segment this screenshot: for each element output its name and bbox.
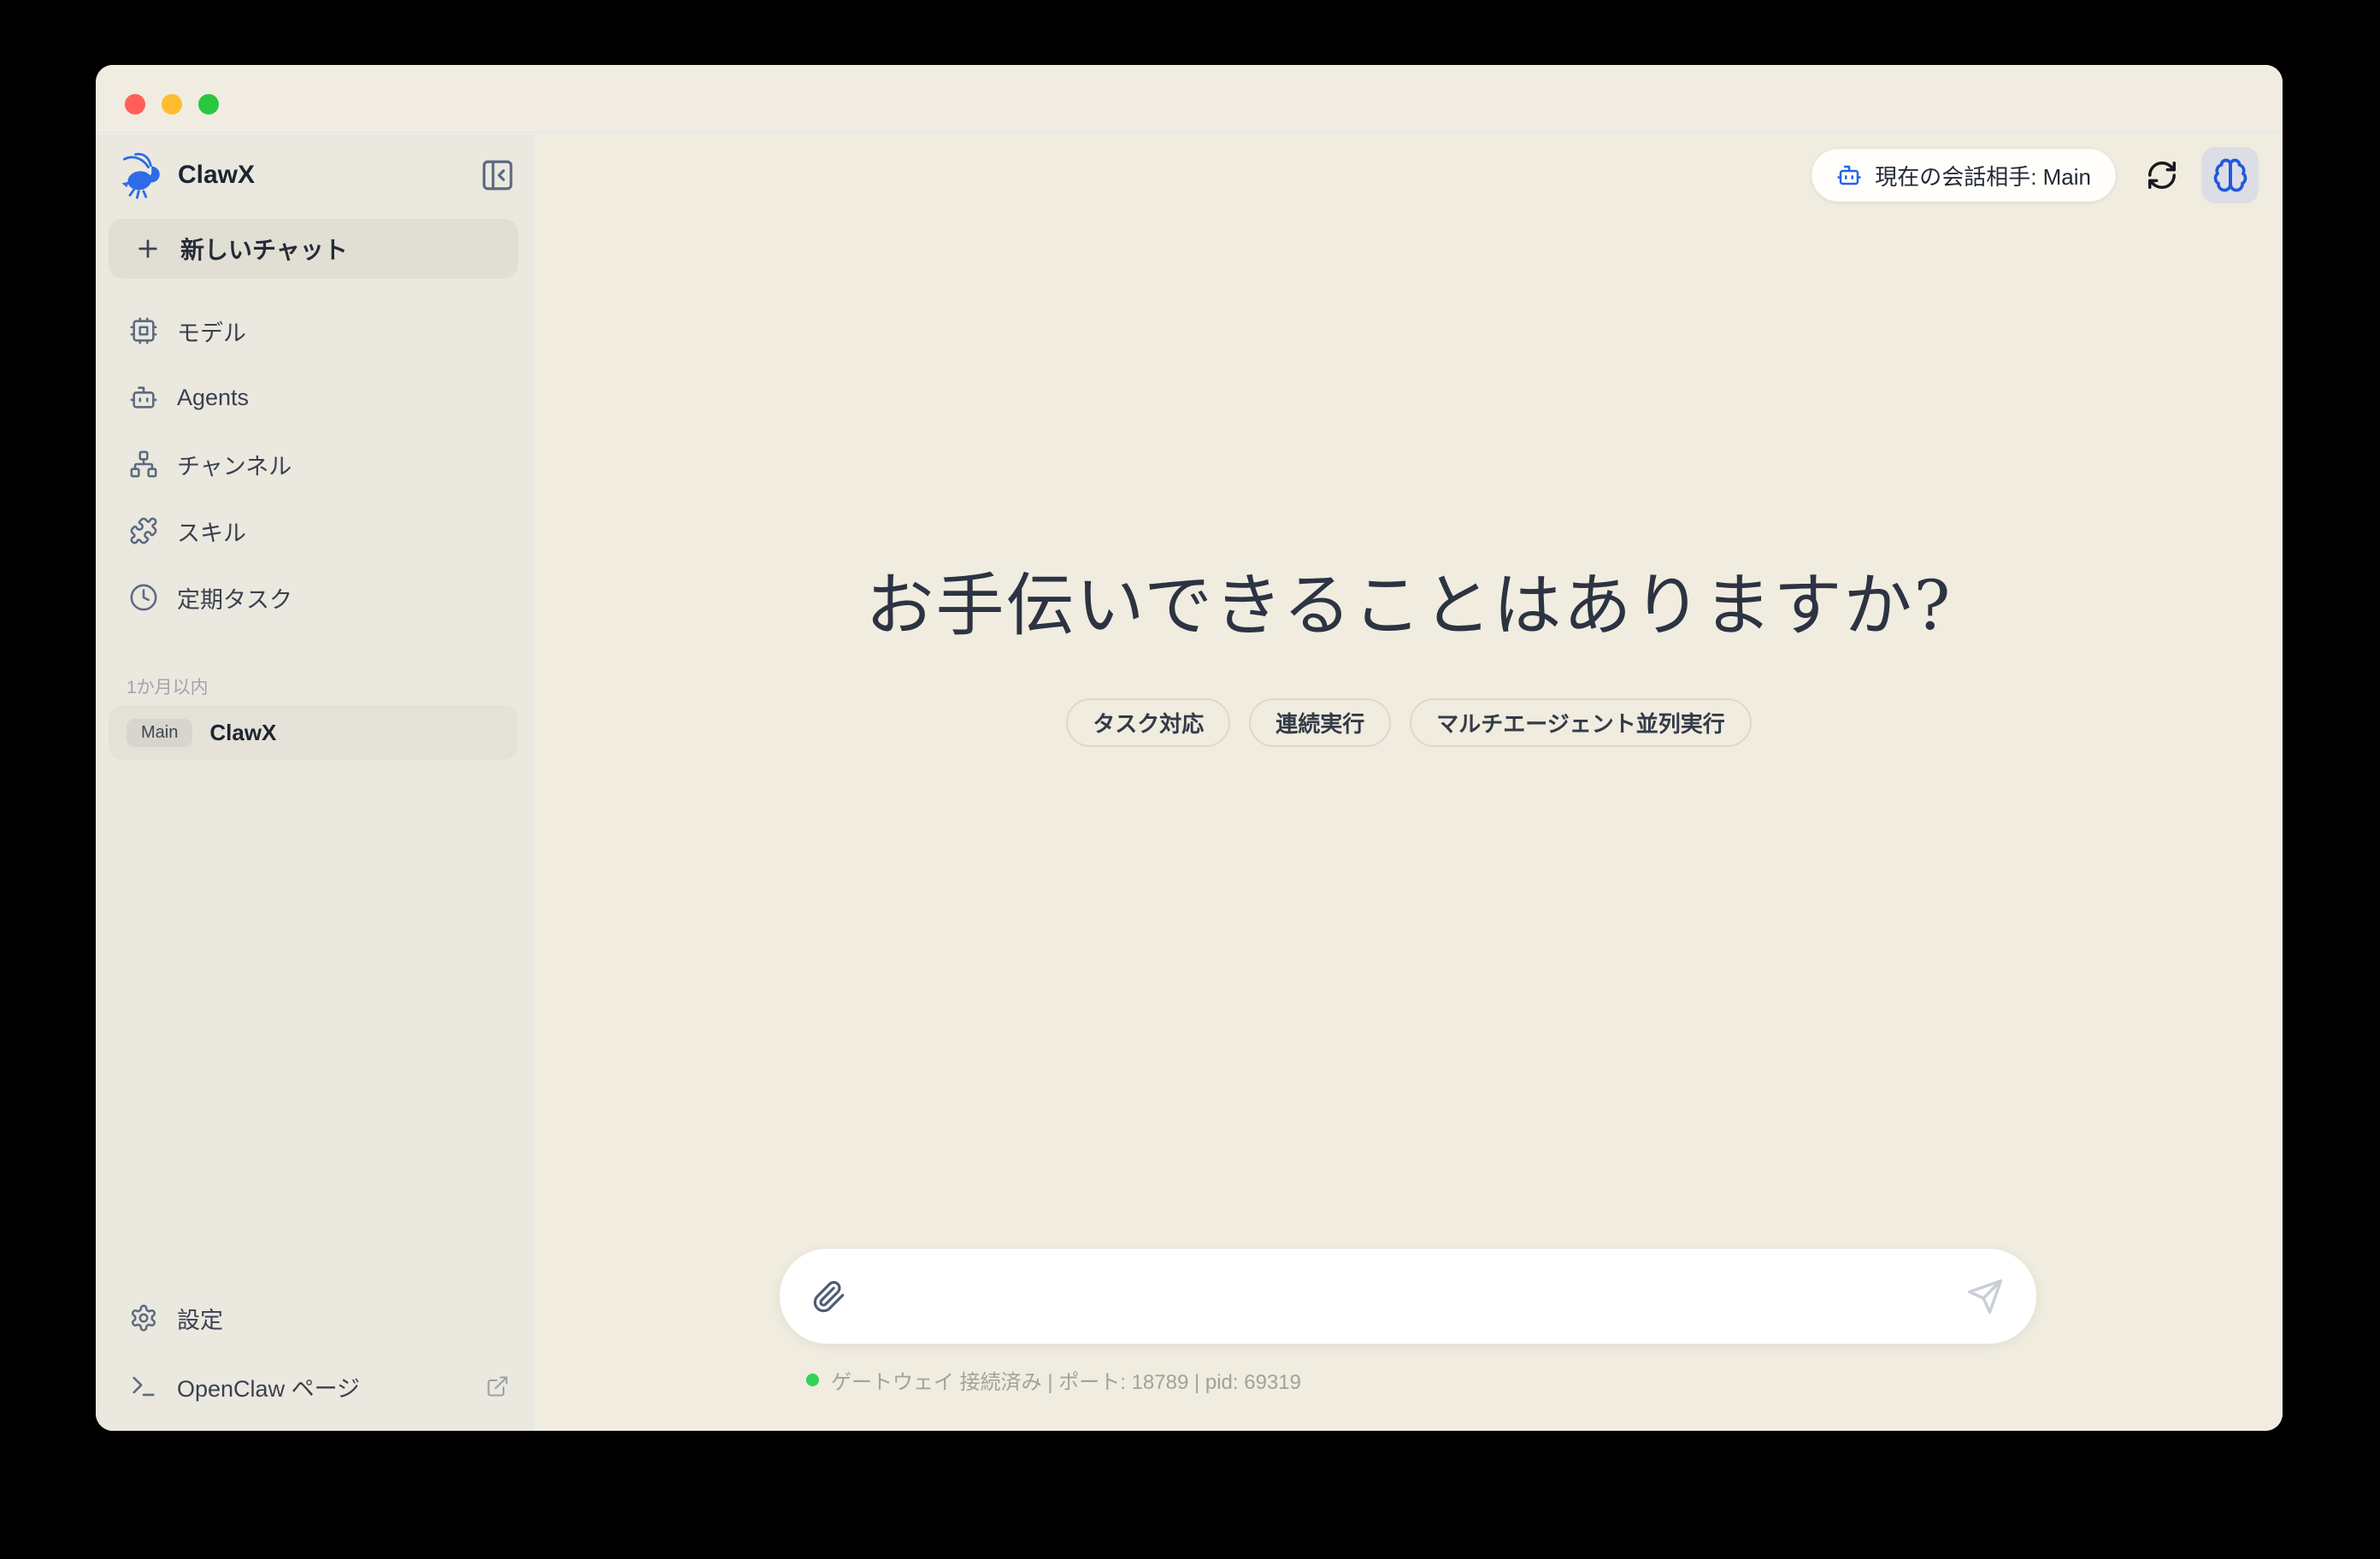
sidebar-item-openclaw-page[interactable]: OpenClaw ページ: [96, 1352, 532, 1421]
panel-collapse-icon: [480, 157, 515, 193]
suggestion-chips: タスク対応 連続実行 マルチエージェント並列実行: [535, 698, 2283, 747]
sidebar-item-label: OpenClaw ページ: [177, 1370, 360, 1403]
chip-task-support[interactable]: タスク対応: [1066, 698, 1230, 747]
window-titlebar: [96, 65, 2283, 133]
puzzle-icon: [129, 516, 158, 545]
sidebar-item-settings[interactable]: 設定: [96, 1284, 532, 1352]
sidebar-header: ClawX: [116, 149, 518, 202]
conversation-agent-button[interactable]: 現在の会話相手: Main: [1812, 149, 2116, 202]
sidebar-item-agents[interactable]: Agents: [96, 364, 532, 431]
conversation-agent-label: 現在の会話相手: Main: [1875, 160, 2091, 191]
traffic-lights: [125, 94, 219, 115]
new-chat-button[interactable]: 新しいチャット: [109, 219, 518, 279]
sidebar-item-label: 定期タスク: [177, 581, 292, 615]
sidebar-item-label: 設定: [177, 1302, 223, 1335]
refresh-button[interactable]: [2141, 155, 2183, 196]
attach-button[interactable]: [812, 1280, 846, 1314]
clock-icon: [129, 583, 158, 612]
clawx-logo-icon: [116, 150, 168, 201]
gear-icon: [129, 1303, 158, 1333]
bot-icon: [129, 383, 158, 412]
plus-icon: [134, 235, 162, 262]
history-section-label: 1か月以内: [127, 674, 209, 699]
message-composer: [779, 1248, 2037, 1344]
sidebar-history-item[interactable]: Main ClawX: [109, 705, 518, 760]
send-icon: [1966, 1278, 2004, 1315]
send-button[interactable]: [1966, 1278, 2004, 1315]
sidebar-item-label: Agents: [177, 385, 249, 411]
chip-sequential-run[interactable]: 連続実行: [1249, 698, 1391, 747]
sidebar-item-channels[interactable]: チャンネル: [96, 431, 532, 497]
status-text: ゲートウェイ 接続済み | ポート: 18789 | pid: 69319: [831, 1365, 1301, 1395]
network-icon: [129, 450, 158, 479]
minimize-button[interactable]: [162, 94, 182, 115]
app-window: ClawX 新しいチャット モデル: [96, 65, 2283, 1431]
chip-multi-agent-parallel[interactable]: マルチエージェント並列実行: [1410, 698, 1751, 747]
message-input[interactable]: [867, 1267, 1946, 1327]
external-link-icon: [486, 1374, 510, 1398]
history-title: ClawX: [209, 720, 276, 746]
desktop-background: ClawX 新しいチャット モデル: [0, 0, 2380, 1559]
sidebar-item-label: スキル: [177, 515, 246, 548]
sidebar: ClawX 新しいチャット モデル: [96, 135, 533, 1431]
sidebar-item-label: モデル: [177, 315, 246, 348]
refresh-icon: [2146, 159, 2178, 191]
sidebar-item-models[interactable]: モデル: [96, 297, 532, 364]
zoom-button[interactable]: [198, 94, 219, 115]
sidebar-nav: モデル Agents チャンネル: [96, 297, 532, 631]
new-chat-label: 新しいチャット: [180, 232, 348, 266]
sidebar-footer: 設定 OpenClaw ページ: [96, 1284, 532, 1421]
status-dot: [806, 1374, 819, 1386]
history-badge: Main: [127, 719, 192, 747]
chat-main-area: 現在の会話相手: Main お手伝いできることはありますか?: [535, 135, 2283, 1431]
sidebar-item-label: チャンネル: [177, 448, 292, 481]
sidebar-item-scheduled-tasks[interactable]: 定期タスク: [96, 564, 532, 631]
terminal-icon: [129, 1372, 158, 1401]
brain-icon: [2212, 157, 2248, 193]
greeting-heading: お手伝いできることはありますか?: [535, 550, 2283, 650]
app-title: ClawX: [178, 161, 255, 190]
sidebar-collapse-button[interactable]: [477, 155, 518, 196]
paperclip-icon: [812, 1280, 846, 1314]
sidebar-item-skills[interactable]: スキル: [96, 497, 532, 564]
gateway-status: ゲートウェイ 接続済み | ポート: 18789 | pid: 69319: [806, 1362, 1301, 1397]
cpu-icon: [129, 316, 158, 345]
chat-header: 現在の会話相手: Main: [1812, 147, 2259, 203]
robot-icon: [1836, 162, 1862, 188]
close-button[interactable]: [125, 94, 145, 115]
brain-button[interactable]: [2201, 147, 2259, 203]
